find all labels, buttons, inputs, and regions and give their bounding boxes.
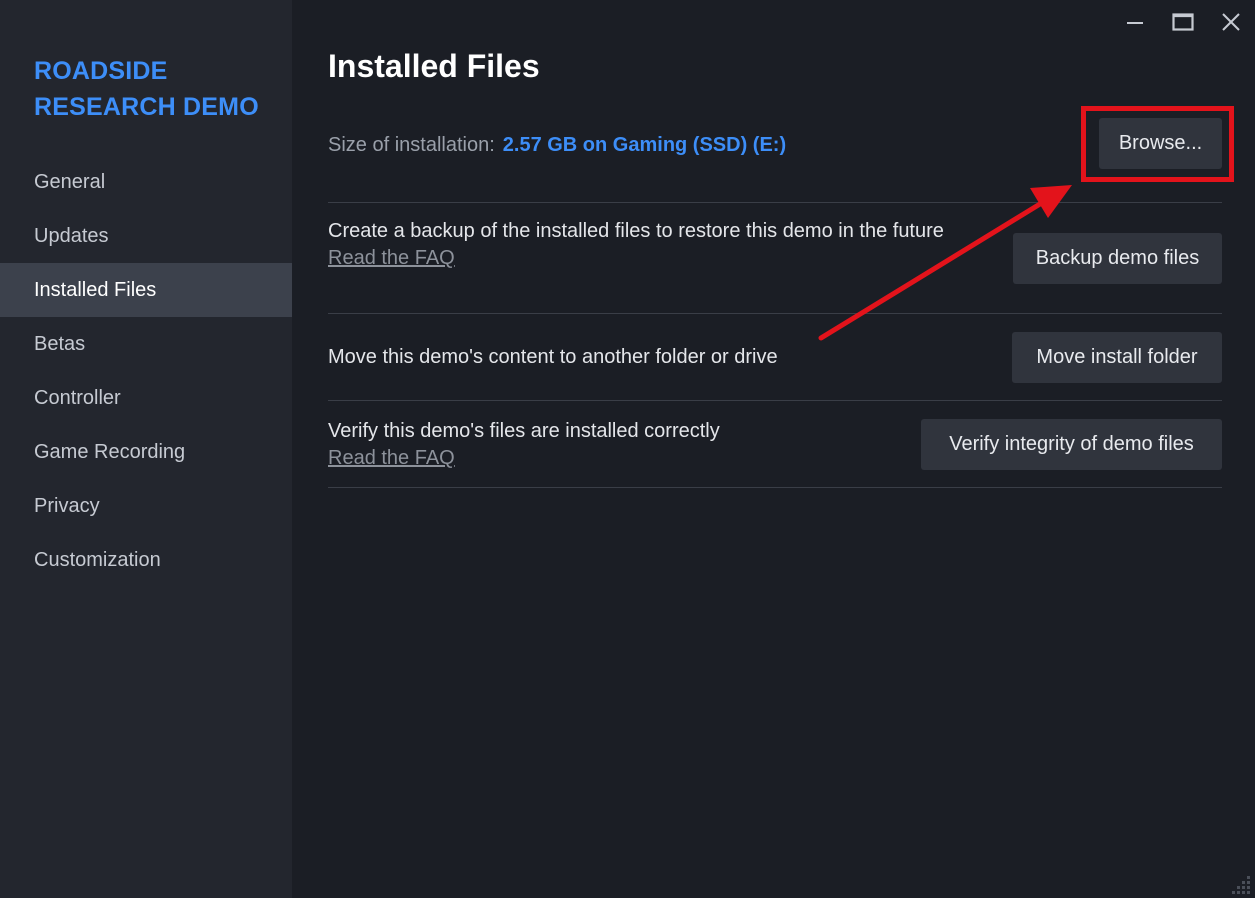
game-title: ROADSIDE RESEARCH DEMO (34, 57, 259, 121)
sidebar-item-general[interactable]: General (0, 155, 292, 209)
divider (328, 202, 1222, 203)
close-icon[interactable] (1207, 0, 1255, 44)
maximize-icon[interactable] (1159, 0, 1207, 44)
sidebar-item-installed-files[interactable]: Installed Files (0, 263, 292, 317)
browse-button[interactable]: Browse... (1099, 118, 1222, 169)
divider (328, 400, 1222, 401)
verify-row-description: Verify this demo's files are installed c… (328, 418, 888, 472)
backup-demo-files-button[interactable]: Backup demo files (1013, 233, 1222, 284)
resize-grip-icon[interactable] (1229, 872, 1251, 894)
backup-row-text: Create a backup of the installed files t… (328, 220, 944, 242)
backup-faq-link[interactable]: Read the FAQ (328, 245, 455, 272)
verify-row-text: Verify this demo's files are installed c… (328, 420, 720, 442)
installation-size: Size of installation: 2.57 GB on Gaming (… (328, 132, 786, 158)
verify-integrity-button[interactable]: Verify integrity of demo files (921, 419, 1222, 470)
sidebar-item-privacy[interactable]: Privacy (0, 479, 292, 533)
window-controls (1111, 0, 1255, 44)
sidebar-item-customization[interactable]: Customization (0, 533, 292, 587)
verify-faq-link[interactable]: Read the FAQ (328, 445, 455, 472)
sidebar: ROADSIDE RESEARCH DEMO General Updates I… (0, 0, 292, 898)
page-title: Installed Files (328, 48, 540, 84)
sidebar-item-betas[interactable]: Betas (0, 317, 292, 371)
sidebar-item-controller[interactable]: Controller (0, 371, 292, 425)
sidebar-item-game-recording[interactable]: Game Recording (0, 425, 292, 479)
installation-size-label: Size of installation: (328, 134, 495, 156)
sidebar-nav: General Updates Installed Files Betas Co… (0, 155, 292, 587)
divider (328, 487, 1222, 488)
backup-row-description: Create a backup of the installed files t… (328, 218, 988, 272)
installation-size-value[interactable]: 2.57 GB on Gaming (SSD) (E:) (503, 134, 786, 156)
move-row-text: Move this demo's content to another fold… (328, 346, 778, 368)
main-panel: Installed Files Size of installation: 2.5… (292, 0, 1255, 898)
move-install-folder-button[interactable]: Move install folder (1012, 332, 1222, 383)
sidebar-item-updates[interactable]: Updates (0, 209, 292, 263)
minimize-icon[interactable] (1111, 0, 1159, 44)
divider (328, 313, 1222, 314)
